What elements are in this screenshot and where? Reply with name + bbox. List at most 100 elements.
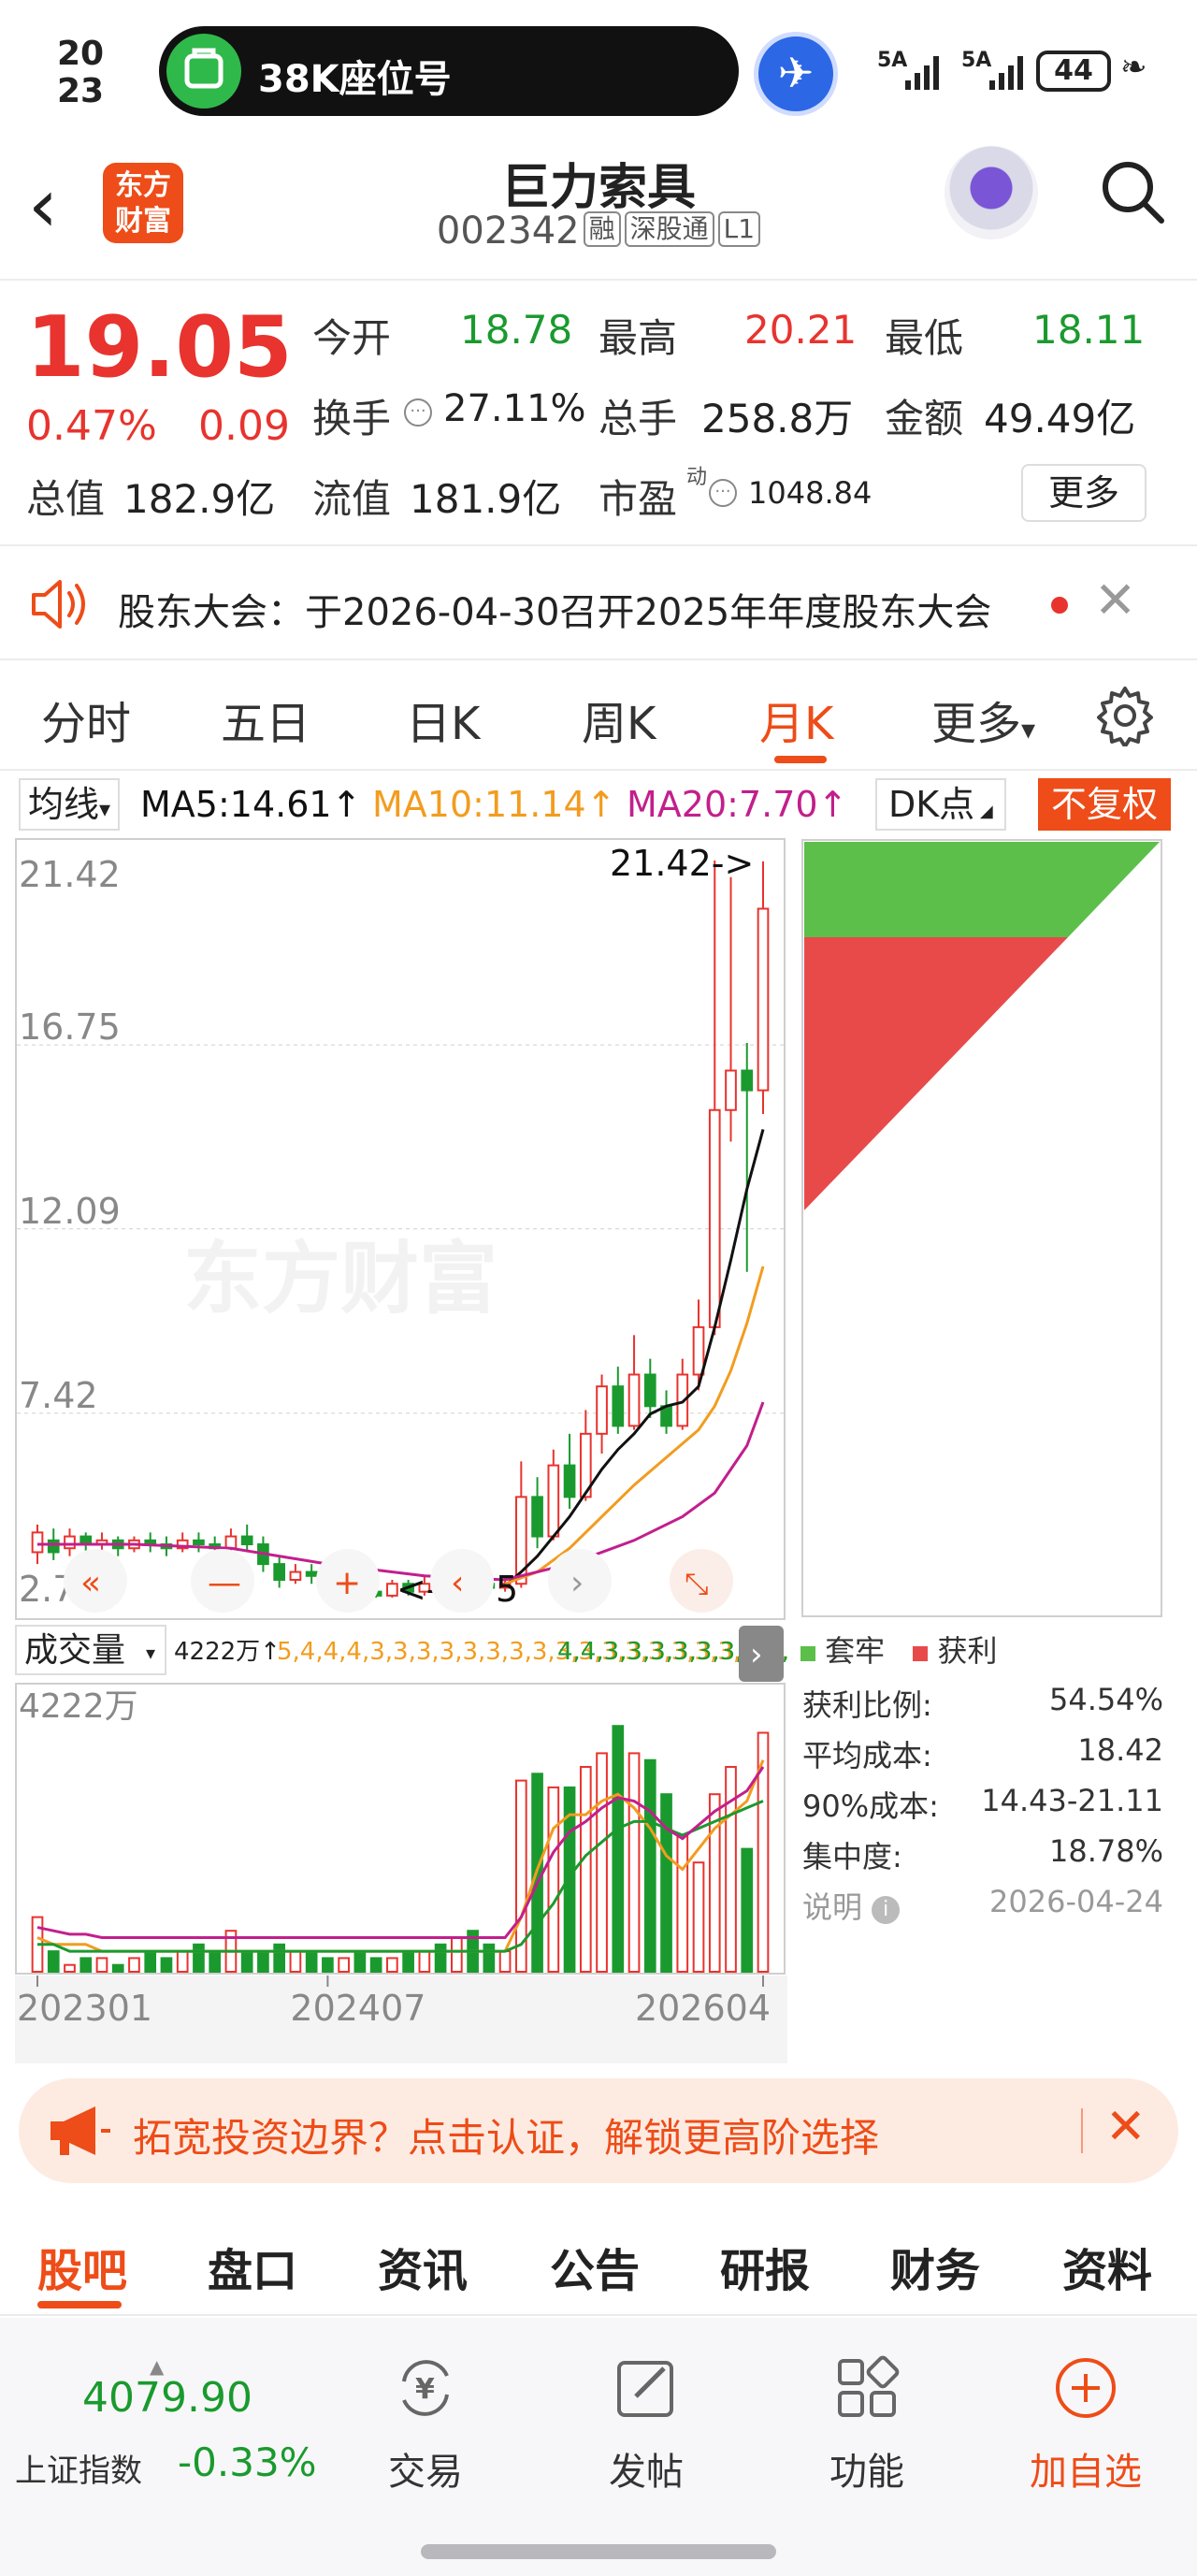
back-icon[interactable]: ‹ [28,168,58,243]
tab-profile[interactable]: 资料 [1062,2234,1152,2299]
volume-bar [627,1752,641,1974]
ma5-value: MA5:14.61↑ [140,784,362,825]
amount-value: 49.49亿 [984,396,1136,441]
candle-body [692,1325,705,1376]
svg-text:«: « [80,1564,101,1602]
edit-icon [617,2361,673,2417]
dropdown-icon: ▾ [1021,714,1036,746]
volume-bar [95,1957,108,1974]
airplane-icon[interactable]: ✈ [754,32,838,116]
candle-body [643,1373,656,1408]
tab-daily-k[interactable]: 日K [406,687,480,752]
signal-label-2: 5A [961,49,992,72]
svg-text:⤡: ⤡ [685,1566,709,1601]
dk-point-select[interactable]: DK点 ◢ [875,778,1006,831]
candle-body [596,1385,608,1435]
volume-bar [240,1950,253,1973]
promo-banner[interactable]: 拓宽投资边界？点击认证，解锁更高阶选择 ✕ [19,2078,1178,2183]
volume-bar [209,1950,222,1973]
divider [1081,2108,1083,2153]
volume-bar [160,1957,173,1974]
live-activity-pill[interactable]: 38K座位号 [159,26,739,116]
add-watchlist-button[interactable]: 加自选 [1006,2355,1165,2496]
market-cap-label: 总值 [26,476,106,522]
tab-monthly-k[interactable]: 月K [759,687,833,752]
pe-sup: 动 [686,466,708,489]
tab-research[interactable]: 研报 [720,2234,810,2299]
search-icon[interactable] [1100,159,1165,224]
volume-bar [257,1950,269,1973]
battery-icon: 44 [1036,51,1111,92]
tab-five-day[interactable]: 五日 [221,687,310,752]
y-tick-label: 21.42 [19,854,121,895]
candle-body [31,1531,44,1554]
tab-forum[interactable]: 股吧 [37,2234,127,2299]
tab-intraday[interactable]: 分时 [41,687,131,752]
high-marker: 21.42-> [610,843,754,884]
profit-ratio-value: 54.54% [1048,1682,1163,1717]
no-adjust-button[interactable]: 不复权 [1038,778,1172,831]
profit-ratio-label: 获利比例: [802,1687,932,1723]
candle-body [708,1108,721,1328]
volume-bar [322,1957,334,1974]
index-name[interactable]: 上证指数 [15,2445,142,2491]
more-button[interactable]: 更多 [1021,464,1147,522]
tab-more[interactable]: 更多▾ [931,687,1035,752]
volume-bar [676,1834,689,1973]
volume-bar [369,1957,382,1974]
signal-label-1: 5A [877,49,908,72]
svg-text:+: + [333,1564,361,1602]
content-tabs: 股吧 盘口 资讯 公告 研报 财务 资料 [0,2207,1197,2316]
candle-body [612,1385,625,1427]
candle-body [273,1563,286,1582]
chip-distribution-chart[interactable] [800,838,1165,1624]
gear-icon[interactable] [1094,685,1156,746]
tab-finance[interactable]: 财务 [890,2234,980,2299]
explain-link[interactable]: 说明 i [802,1884,901,1927]
chip-date: 2026-04-24 [989,1884,1163,1919]
add-circle-icon [1056,2358,1116,2418]
signal-bars-2-icon [989,54,1023,90]
assistant-avatar[interactable] [945,146,1038,239]
high-value: 20.21 [744,307,858,353]
megaphone-icon [50,2106,110,2155]
clock: 20 23 [56,35,105,110]
candle-body [563,1464,576,1498]
volume-bar [47,1950,60,1973]
k-line-chart[interactable]: 东方财富 21.4216.7512.097.422.75 21.42-> <-2… [15,838,787,2063]
candle-body [47,1539,60,1554]
concentration-label: 集中度: [802,1839,902,1874]
post-button[interactable]: 发帖 [567,2355,726,2496]
close-icon[interactable]: ✕ [1105,2099,1147,2155]
candle-body [531,1496,543,1538]
speaker-icon [32,580,85,629]
tag-level: L1 [717,211,761,247]
index-value[interactable]: 4079.90 [82,2374,252,2422]
volume-label: 总手 [598,396,678,441]
info-icon[interactable]: ··· [404,398,432,427]
close-icon[interactable]: ✕ [1094,571,1136,630]
pe-label: 市盈 [598,476,678,522]
home-indicator[interactable] [421,2544,776,2559]
indicator-select[interactable]: 均线▾ [19,778,121,831]
tag-connect: 深股通 [624,211,714,247]
x-tick-label: 202407 [290,1988,425,2029]
info-icon: i [872,1896,901,1924]
info-icon[interactable]: ··· [709,479,737,507]
cost90-label: 90%成本: [802,1788,939,1824]
x-tick-label: 202604 [635,1988,771,2029]
tab-handicap[interactable]: 盘口 [208,2234,297,2299]
candle-body [725,1069,737,1111]
candle-body [547,1464,560,1538]
volume-bar [418,1950,431,1973]
functions-button[interactable]: 功能 [787,2355,946,2496]
stock-header: 巨力索具 002342 融深股通 L1 ‹ 东方 财富 [0,140,1197,281]
notice-bar[interactable]: 股东大会：于2026-04-30召开2025年年度股东大会 ✕ [0,548,1197,660]
avg-cost-value: 18.42 [1077,1732,1163,1768]
tab-news[interactable]: 资讯 [378,2234,468,2299]
tab-weekly-k[interactable]: 周K [582,687,656,752]
watermark: 东方财富 [183,1233,498,1324]
volume-bar [289,1950,302,1973]
tab-announcements[interactable]: 公告 [550,2234,640,2299]
trade-button[interactable]: ¥ 交易 [346,2355,505,2496]
